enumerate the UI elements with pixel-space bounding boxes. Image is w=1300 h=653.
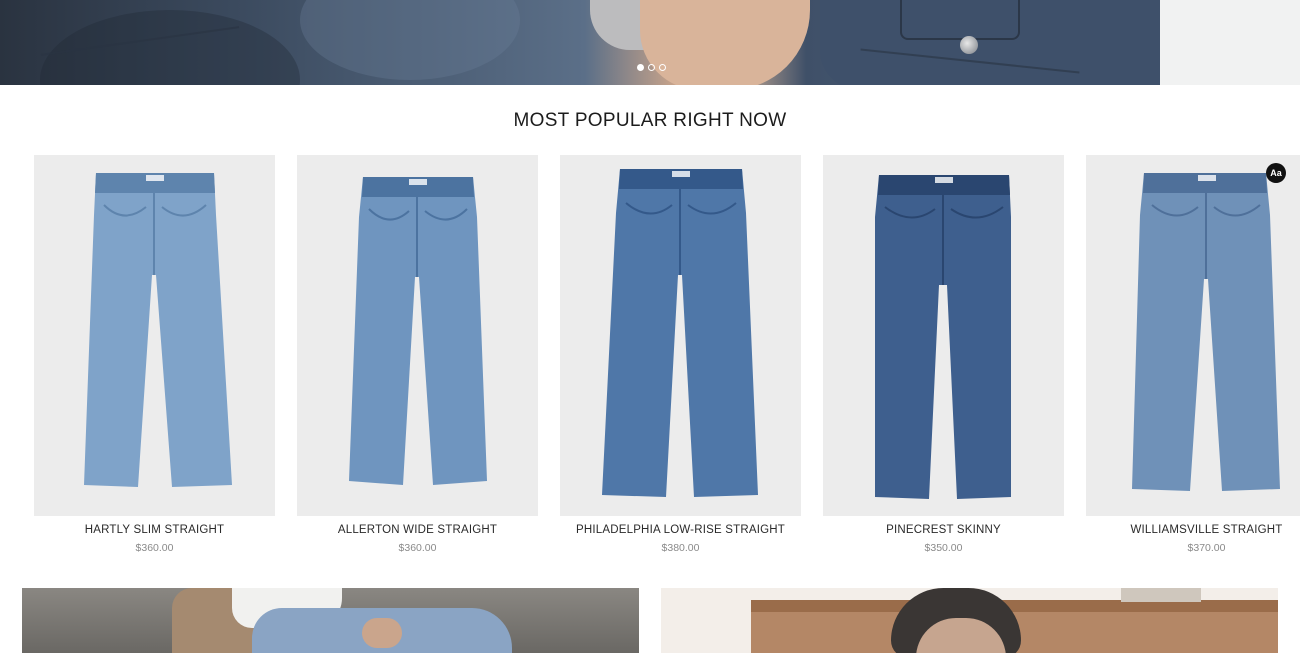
accessibility-badge[interactable]: Aa	[1266, 163, 1286, 183]
carousel-dot[interactable]	[637, 64, 644, 71]
product-image[interactable]	[297, 155, 538, 516]
hero-skin	[640, 0, 810, 85]
hero-background	[1160, 0, 1300, 85]
product-price: $360.00	[135, 542, 174, 554]
product-image[interactable]	[34, 155, 275, 516]
jeans-image	[84, 173, 232, 487]
section-title: MOST POPULAR RIGHT NOW	[513, 110, 787, 131]
carousel-dot[interactable]	[659, 64, 666, 71]
product-card[interactable]: WILLIAMSVILLE STRAIGHT $370.00	[1086, 155, 1300, 554]
product-name[interactable]: WILLIAMSVILLE STRAIGHT	[1086, 524, 1300, 536]
banner-hand	[362, 618, 402, 648]
banner-vase	[1121, 588, 1201, 602]
jeans-image	[602, 169, 758, 497]
product-name[interactable]: PHILADELPHIA LOW-RISE STRAIGHT	[560, 524, 801, 536]
product-name[interactable]: ALLERTON WIDE STRAIGHT	[297, 524, 538, 536]
jeans-image	[875, 175, 1011, 499]
carousel-dot[interactable]	[648, 64, 655, 71]
product-card[interactable]: PHILADELPHIA LOW-RISE STRAIGHT $380.00	[560, 155, 801, 554]
promo-banner-left[interactable]	[22, 588, 639, 653]
product-price: $350.00	[924, 542, 963, 554]
product-price: $370.00	[1187, 542, 1226, 554]
jeans-image	[1132, 173, 1280, 491]
hero-fold-light	[300, 0, 520, 80]
jeans-image	[349, 177, 487, 485]
product-price: $380.00	[661, 542, 700, 554]
product-card[interactable]: HARTLY SLIM STRAIGHT $360.00	[34, 155, 275, 554]
carousel-dots	[637, 64, 666, 71]
promo-banner-right[interactable]	[661, 588, 1278, 653]
product-image[interactable]	[560, 155, 801, 516]
product-card[interactable]: PINECREST SKINNY $350.00	[823, 155, 1064, 554]
product-name[interactable]: PINECREST SKINNY	[823, 524, 1064, 536]
hero-banner[interactable]	[0, 0, 1300, 85]
product-price: $360.00	[398, 542, 437, 554]
hero-pocket	[900, 0, 1020, 40]
product-card[interactable]: ALLERTON WIDE STRAIGHT $360.00	[297, 155, 538, 554]
product-image[interactable]	[1086, 155, 1300, 516]
hero-rivet	[960, 36, 978, 54]
product-image[interactable]	[823, 155, 1064, 516]
product-name[interactable]: HARTLY SLIM STRAIGHT	[34, 524, 275, 536]
